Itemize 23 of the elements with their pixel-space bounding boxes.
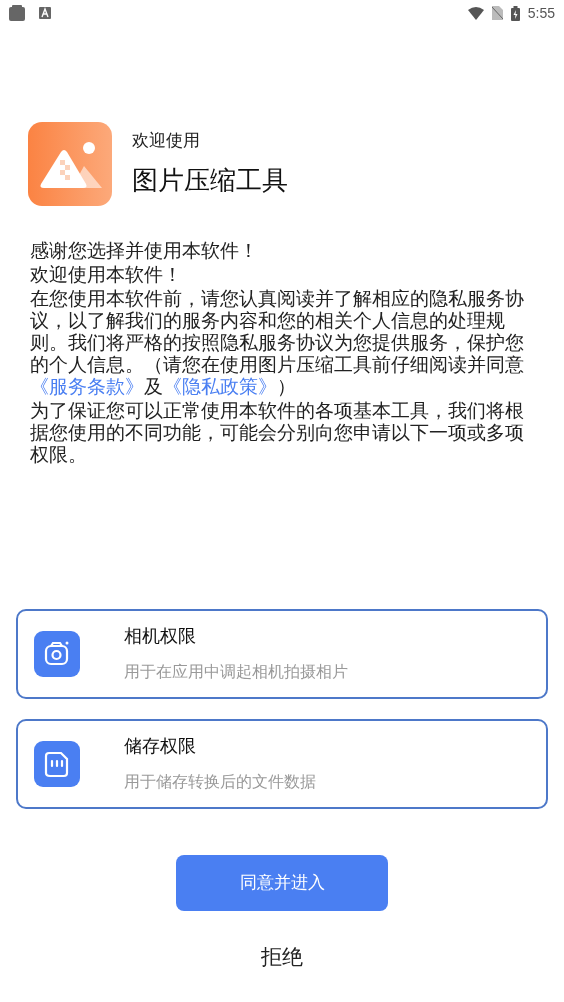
storage-icon [34, 740, 80, 787]
decline-button[interactable]: 拒绝 [261, 940, 303, 972]
greeting-text: 欢迎使用 [132, 129, 201, 152]
keyboard-letter-icon [39, 7, 51, 19]
permission-description: 用于在应用中调起相机拍摄相片 [124, 662, 348, 682]
wifi-icon [467, 6, 484, 20]
clipboard-icon [9, 5, 25, 21]
no-sim-icon [491, 6, 503, 20]
agree-button[interactable]: 同意并进入 [176, 854, 388, 911]
permission-title: 储存权限 [124, 735, 197, 758]
policy-link[interactable]: 《隐私政策》 [163, 376, 277, 397]
policy-link[interactable]: 《服务条款》 [30, 376, 144, 397]
battery-charging-icon [510, 5, 520, 21]
paragraph: 感谢您选择并使用本软件！ [30, 240, 259, 262]
permission-title: 相机权限 [124, 625, 197, 648]
paragraph: 在您使用本软件前，请您认真阅读并了解相应的隐私服务协议，以了解我们的服务内容和您的相关个人信息的处理规则。我们将严格的按照隐私服务协议为您提供服务，保护您的个人信息。（请您在使用图片压缩工具前仔细阅读并同意 《服务条款》及《隐私政策》） [30, 288, 525, 398]
paragraph: 欢迎使用本软件！ [30, 264, 183, 286]
permission-description: 用于储存转换后的文件数据 [124, 772, 316, 792]
app-name: 图片压缩工具 [132, 164, 288, 198]
app-logo-icon [28, 122, 112, 206]
status-time: 5:55 [527, 3, 555, 23]
camera-icon [34, 630, 80, 677]
paragraph: 为了保证您可以正常使用本软件的各项基本工具，我们将根据您使用的不同功能，可能会分别向您申请以下一项或多项权限。 [30, 400, 525, 466]
